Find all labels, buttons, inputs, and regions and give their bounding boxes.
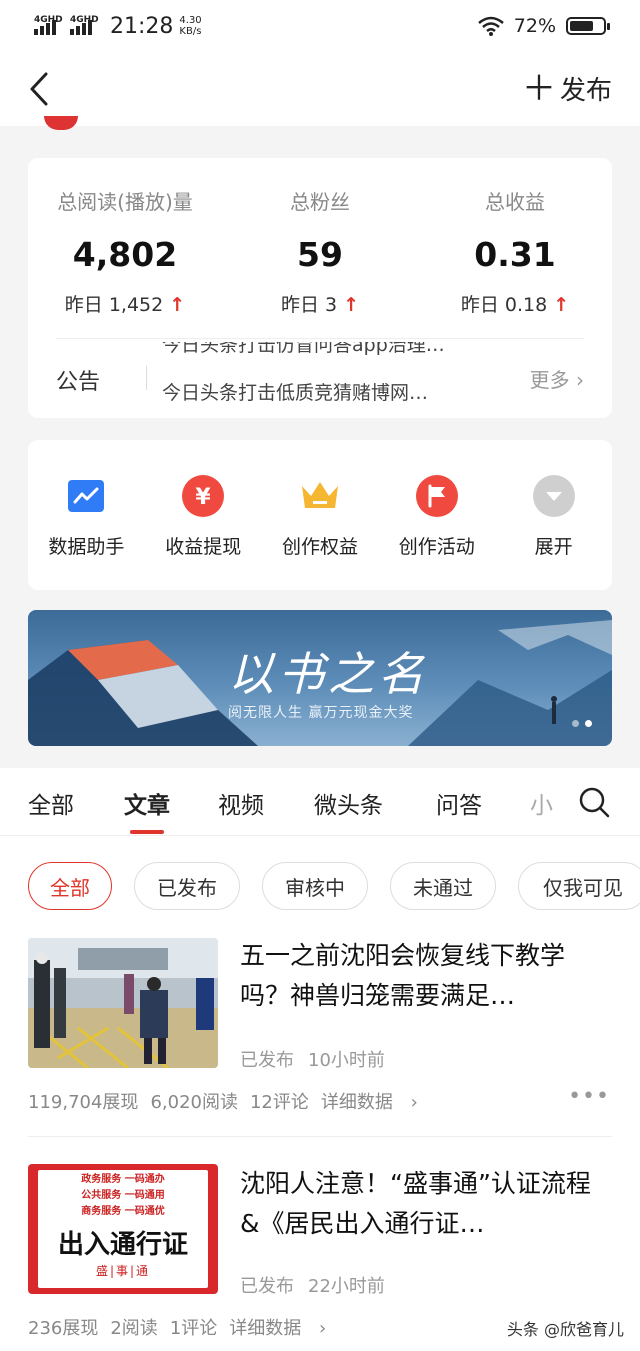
chevron-down-icon [532,474,576,518]
more-options-icon[interactable]: ••• [568,1084,610,1109]
chevron-right-icon: › [576,368,584,392]
avatar [44,116,78,130]
clock: 21:28 [110,13,174,39]
article-thumbnail [28,938,218,1068]
article-meta: 已发布 10小时前 [240,1050,385,1071]
content-tab-bar: 全部 文章 视频 微头条 问答 小 [0,768,640,836]
chart-icon [64,474,108,518]
search-icon[interactable] [578,786,610,818]
tab-mini[interactable]: 小 [530,786,554,820]
article-title: 五一之前沈阳会恢复线下教学吗？神兽归笼需要满足… [240,941,566,1010]
divider [56,338,584,339]
divider [146,366,147,390]
tab-articles[interactable]: 文章 [124,786,170,834]
up-arrow-icon: ↑ [553,294,570,316]
carousel-indicator [572,720,592,727]
filter-rejected[interactable]: 未通过 [390,862,496,910]
signal-icon: 4GHD [34,15,64,37]
publish-button[interactable]: ＋ 发布 [522,70,612,107]
tool-income-withdraw[interactable]: ¥ 收益提现 [145,440,262,590]
article-thumbnail: 政务服务 一码通办 公共服务 一码通用 商务服务 一码通优 出入通行证 盛|事|… [28,1164,218,1294]
banner-subtitle: 阅无限人生 赢万元现金大奖 [228,705,414,721]
yuan-icon: ¥ [181,474,225,518]
article-stats: 236展现 2阅读 1评论 详细数据 › [28,1318,327,1339]
tab-micro-posts[interactable]: 微头条 [314,786,383,820]
flag-icon [415,474,459,518]
detail-data-link[interactable]: 详细数据 › [229,1318,326,1339]
crown-icon [298,474,342,518]
stat-total-income[interactable]: 总收益 0.31 昨日 0.18 ↑ [418,186,612,317]
article-meta: 已发布 22小时前 [240,1276,385,1297]
wifi-icon [477,16,504,36]
top-nav-bar: ＋ 发布 [0,52,640,126]
back-arrow-icon[interactable] [26,70,56,108]
divider [28,1136,612,1137]
notice-ticker[interactable]: 今日头条打击仿冒问答app治理… 今日头条打击低质竞猜赌博网… [162,342,496,402]
detail-data-link[interactable]: 详细数据 › [321,1092,418,1113]
filter-private[interactable]: 仅我可见 [518,862,640,910]
filter-published[interactable]: 已发布 [134,862,240,910]
up-arrow-icon: ↑ [343,294,360,316]
filter-all[interactable]: 全部 [28,862,112,910]
filter-reviewing[interactable]: 审核中 [262,862,368,910]
banner-title: 以书之名 [228,647,428,701]
svg-text:¥: ¥ [196,485,212,510]
tab-videos[interactable]: 视频 [218,786,264,820]
network-speed: 4.30 KB/s [179,15,202,37]
watermark: 头条 @欣爸育儿 [506,1320,624,1339]
article-list: 五一之前沈阳会恢复线下教学吗？神兽归笼需要满足… 已发布 10小时前 119,70… [0,936,640,1351]
article-title: 沈阳人注意！“盛事通”认证流程&《居民出入通行证… [240,1169,591,1238]
tool-data-assistant[interactable]: 数据助手 [28,440,145,590]
battery-icon [566,17,610,35]
plus-icon: ＋ [521,68,556,109]
tab-qa[interactable]: 问答 [436,786,482,820]
promo-banner[interactable]: 以书之名 阅无限人生 赢万元现金大奖 [28,610,612,746]
more-link[interactable]: 更多 › [530,364,584,393]
tool-creator-events[interactable]: 创作活动 [378,440,495,590]
stat-total-reads[interactable]: 总阅读(播放)量 4,802 昨日 1,452 ↑ [28,186,222,317]
notice-label: 公告 [56,370,101,395]
active-tab-indicator [130,830,164,834]
article-stats: 119,704展现 6,020阅读 12评论 详细数据 › [28,1092,418,1113]
tool-creator-rights[interactable]: 创作权益 [262,440,379,590]
status-bar: 4GHD 4GHD 21:28 4.30 KB/s 72% [0,0,640,52]
stats-card: 总阅读(播放)量 4,802 昨日 1,452 ↑ 总粉丝 59 昨日 3 ↑ … [28,158,612,418]
status-filter-bar: 全部 已发布 审核中 未通过 仅我可见 [0,836,640,936]
signal-icon-2: 4GHD [70,15,100,37]
up-arrow-icon: ↑ [169,294,186,316]
tool-expand[interactable]: 展开 [495,440,612,590]
tab-all[interactable]: 全部 [28,786,74,820]
stat-total-fans[interactable]: 总粉丝 59 昨日 3 ↑ [223,186,417,317]
tools-card: 数据助手 ¥ 收益提现 创作权益 创作活动 展开 [28,440,612,590]
battery-percent: 72% [513,15,556,37]
